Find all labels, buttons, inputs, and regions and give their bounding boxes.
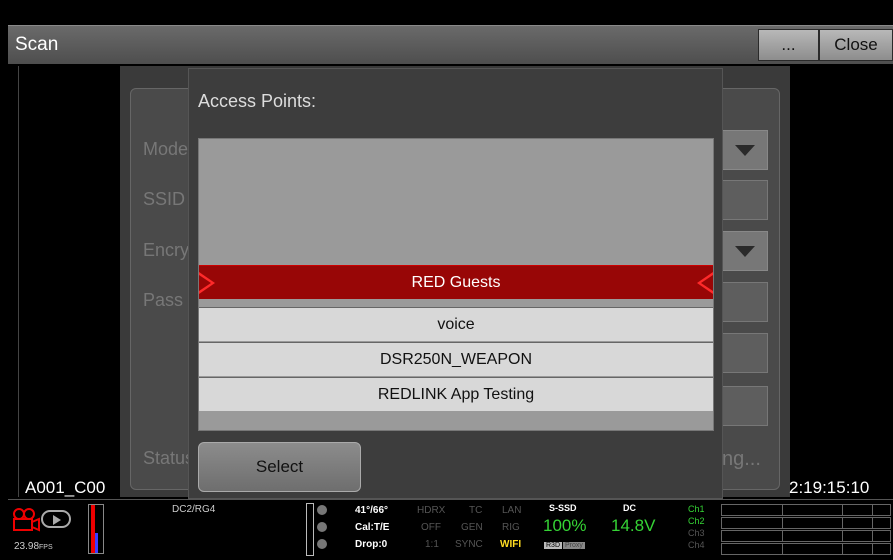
histogram [88,504,104,554]
access-point-name: voice [437,315,475,333]
hdrx-label: HDRX [417,505,446,516]
clip-name: A001_C00 [25,478,106,497]
audio-meters [721,504,891,556]
passphrase-label: Pass [143,290,184,310]
scan-title-bar: Scan ... Close [8,25,893,64]
passphrase-field[interactable] [722,282,768,322]
sync-label: SYNC [455,539,483,550]
color-science: DC2/RG4 [172,504,216,515]
close-button[interactable]: Close [819,29,893,61]
r3d-badge: R3D [544,542,563,549]
scan-title: Scan [15,34,59,55]
proxy-badge: Proxy [563,542,585,549]
battery-voltage: 14.8V [611,516,656,535]
media-label: S-SSD [549,503,577,513]
status-dot [317,539,327,549]
hdrx-value: OFF [421,522,441,533]
rig-label: RIG [502,522,520,533]
record-camera-icon[interactable] [12,508,40,532]
media-remaining: 100% [543,516,587,535]
access-points-dialog: Access Points: RED Guests voice DSR250N_… [188,68,723,499]
dialog-title: Access Points: [198,91,317,111]
frame-rate: 23.98FPS [14,541,53,552]
ssid-field[interactable] [722,180,768,220]
more-options-button[interactable]: ... [758,29,819,61]
lan-label: LAN [502,505,522,516]
status-dot [317,522,327,532]
access-point-list[interactable]: RED Guests voice DSR250N_WEAPON REDLINK … [198,138,714,431]
access-point-item[interactable]: DSR250N_WEAPON [199,342,713,376]
chevron-down-icon [735,144,755,156]
access-point-name: DSR250N_WEAPON [379,350,533,368]
selection-arrow-right-icon [697,272,713,294]
access-point-item[interactable]: RED Guests [199,265,713,299]
audio-channel-3: Ch3 [688,528,705,538]
play-icon[interactable] [41,510,71,528]
audio-channel-1: Ch1 [688,504,705,514]
encryption-dropdown[interactable] [722,231,768,271]
status-bar: 23.98FPS DC2/RG4 41°/66° Cal:T/E Drop:0 … [8,499,893,560]
status-label: Status [143,448,195,468]
access-point-item[interactable]: voice [199,307,713,341]
selection-arrow-left-icon [199,272,215,294]
dropped-frames: Drop:0 [355,539,388,550]
chevron-down-icon [735,245,755,257]
access-point-name: REDLINK App Testing [377,385,535,403]
timecode-label: TC [469,505,483,516]
audio-channel-2: Ch2 [688,516,705,526]
power-label: DC [623,503,636,513]
mode-dropdown[interactable] [722,130,768,170]
aspect-ratio: 1:1 [425,539,439,550]
access-point-item[interactable]: REDLINK App Testing [199,377,713,411]
status-value: ng... [722,448,761,470]
timecode: 2:19:15:10 [789,478,870,497]
audio-channel-4: Ch4 [688,540,705,550]
genlock-label: GEN [461,522,483,533]
mode-label: Mode [143,139,189,159]
level-meter [306,503,314,556]
background-button-1[interactable] [722,333,768,373]
status-dot [317,505,327,515]
calibration-status: Cal:T/E [355,522,390,533]
access-point-name: RED Guests [411,273,501,291]
select-button[interactable]: Select [198,442,361,492]
sensor-temperature: 41°/66° [355,505,389,516]
wifi-indicator: WIFI [500,539,522,550]
background-button-2[interactable] [722,386,768,426]
ssid-label: SSID [143,189,186,209]
